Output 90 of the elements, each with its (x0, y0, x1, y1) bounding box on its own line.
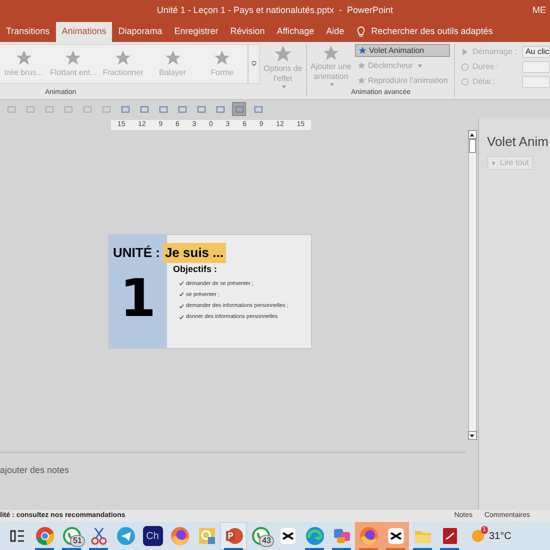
unit-number: 1 (120, 272, 156, 324)
user-initials: ME (532, 4, 546, 18)
frame-icon (82, 104, 92, 114)
star-icon (358, 46, 367, 55)
video-editor-icon[interactable] (278, 526, 298, 546)
button-label: Reproduire l'animation (368, 74, 448, 86)
running-indicator (386, 548, 405, 550)
running-indicator (62, 548, 81, 550)
notes-placeholder[interactable]: ajouter des notes (0, 465, 70, 475)
frame-icon (158, 104, 168, 114)
frame-icon (140, 104, 148, 114)
running-indicator (413, 548, 432, 550)
timing-field[interactable] (522, 60, 550, 72)
taskbar-button[interactable]: Ch (139, 522, 166, 550)
scissors-icon[interactable] (88, 526, 108, 546)
star-icon (164, 49, 182, 67)
colorful-app-icon[interactable] (332, 526, 352, 546)
running-indicator (440, 548, 459, 550)
star-icon (114, 49, 132, 67)
frame-icon (64, 104, 72, 114)
browser-icon[interactable] (34, 526, 54, 546)
star-icon (64, 49, 82, 67)
timing-field[interactable] (522, 76, 550, 88)
weather-sun-icon[interactable] (471, 529, 485, 543)
ribbon-tab[interactable]: Aide (320, 22, 350, 42)
frame-icon (216, 104, 224, 114)
taskbar-button[interactable]: 51 (58, 522, 85, 550)
star-icon (273, 44, 293, 64)
unit-label: UNITÉ : (113, 244, 160, 262)
advanced-animation-button[interactable]: Volet Animation (354, 44, 450, 57)
play-icon (461, 48, 470, 56)
frame-icon (196, 104, 206, 114)
taskbar-button[interactable] (382, 522, 409, 550)
ribbon-tab[interactable]: Transitions (0, 22, 56, 42)
fox-globe-icon[interactable] (358, 526, 378, 546)
objectives-heading: Objectifs : (173, 263, 218, 276)
frame-icon (6, 104, 16, 114)
temperature: 31°C (489, 530, 512, 544)
caret-icon (281, 84, 287, 90)
star-icon (356, 61, 366, 70)
running-indicator (332, 548, 351, 550)
frame-icon (234, 104, 244, 114)
running-indicator (89, 548, 108, 550)
ribbon-tab[interactable]: Animations (56, 22, 112, 42)
taskbar-button[interactable]: 43 (247, 522, 274, 550)
caret-icon (416, 62, 423, 68)
star-icon (356, 76, 366, 85)
running-indicator (305, 548, 324, 550)
slide-title: Je suis ... (162, 243, 226, 262)
running-indicator (224, 548, 243, 550)
pane-title: Volet Anim (487, 133, 550, 151)
ribbon-tab[interactable]: Diaporama (112, 22, 168, 42)
play-icon (491, 160, 497, 166)
frame-icon (178, 104, 186, 114)
frame-icon (120, 104, 130, 114)
window-title: Unité 1 - Leçon 1 - Pays et nationalutés.pptx - PowerPoint (156, 4, 394, 18)
caret-icon (328, 82, 335, 88)
more-arrow-icon (251, 61, 257, 67)
video-editor-icon[interactable] (386, 526, 406, 546)
scroll-thumb[interactable] (468, 139, 476, 153)
search-field[interactable]: Rechercher des outils adaptés (371, 25, 493, 39)
add-animation-label: Ajouter une animation (310, 62, 352, 82)
frame-icon (26, 104, 34, 114)
timing-label: Démarrage : (472, 46, 518, 58)
star-icon (213, 49, 232, 67)
ribbon-tab[interactable]: Affichage (270, 22, 320, 42)
app-tile-icon[interactable]: Ch (142, 526, 162, 546)
ribbon-tab[interactable]: Enregistrer (168, 22, 224, 42)
timing-label: Durée : (472, 60, 500, 72)
running-indicator (35, 548, 54, 550)
ribbon-tab[interactable]: Révision (224, 22, 271, 42)
wave-browser-icon[interactable] (304, 526, 324, 546)
lightbulb-icon (356, 26, 366, 38)
notification-count: 43 (259, 535, 274, 547)
star-icon (14, 49, 33, 67)
button-label: Volet Animation (368, 44, 424, 56)
effect-options-label: Options de l'effet (262, 64, 304, 84)
button-label: Déclencheur (368, 60, 413, 72)
paper-plane-icon[interactable] (116, 526, 136, 546)
notification-count: 51 (70, 535, 85, 547)
frame-icon (102, 104, 110, 114)
running-indicator (359, 548, 378, 550)
image-editor-icon[interactable] (196, 526, 216, 546)
frame-icon (254, 104, 262, 114)
presentation-app-icon[interactable] (224, 526, 244, 546)
timing-field[interactable]: Au clic (522, 46, 550, 58)
timing-label: Délai : (472, 76, 496, 88)
fox-globe-icon[interactable] (170, 526, 190, 546)
star-icon (320, 44, 341, 62)
frame-icon (44, 104, 54, 114)
